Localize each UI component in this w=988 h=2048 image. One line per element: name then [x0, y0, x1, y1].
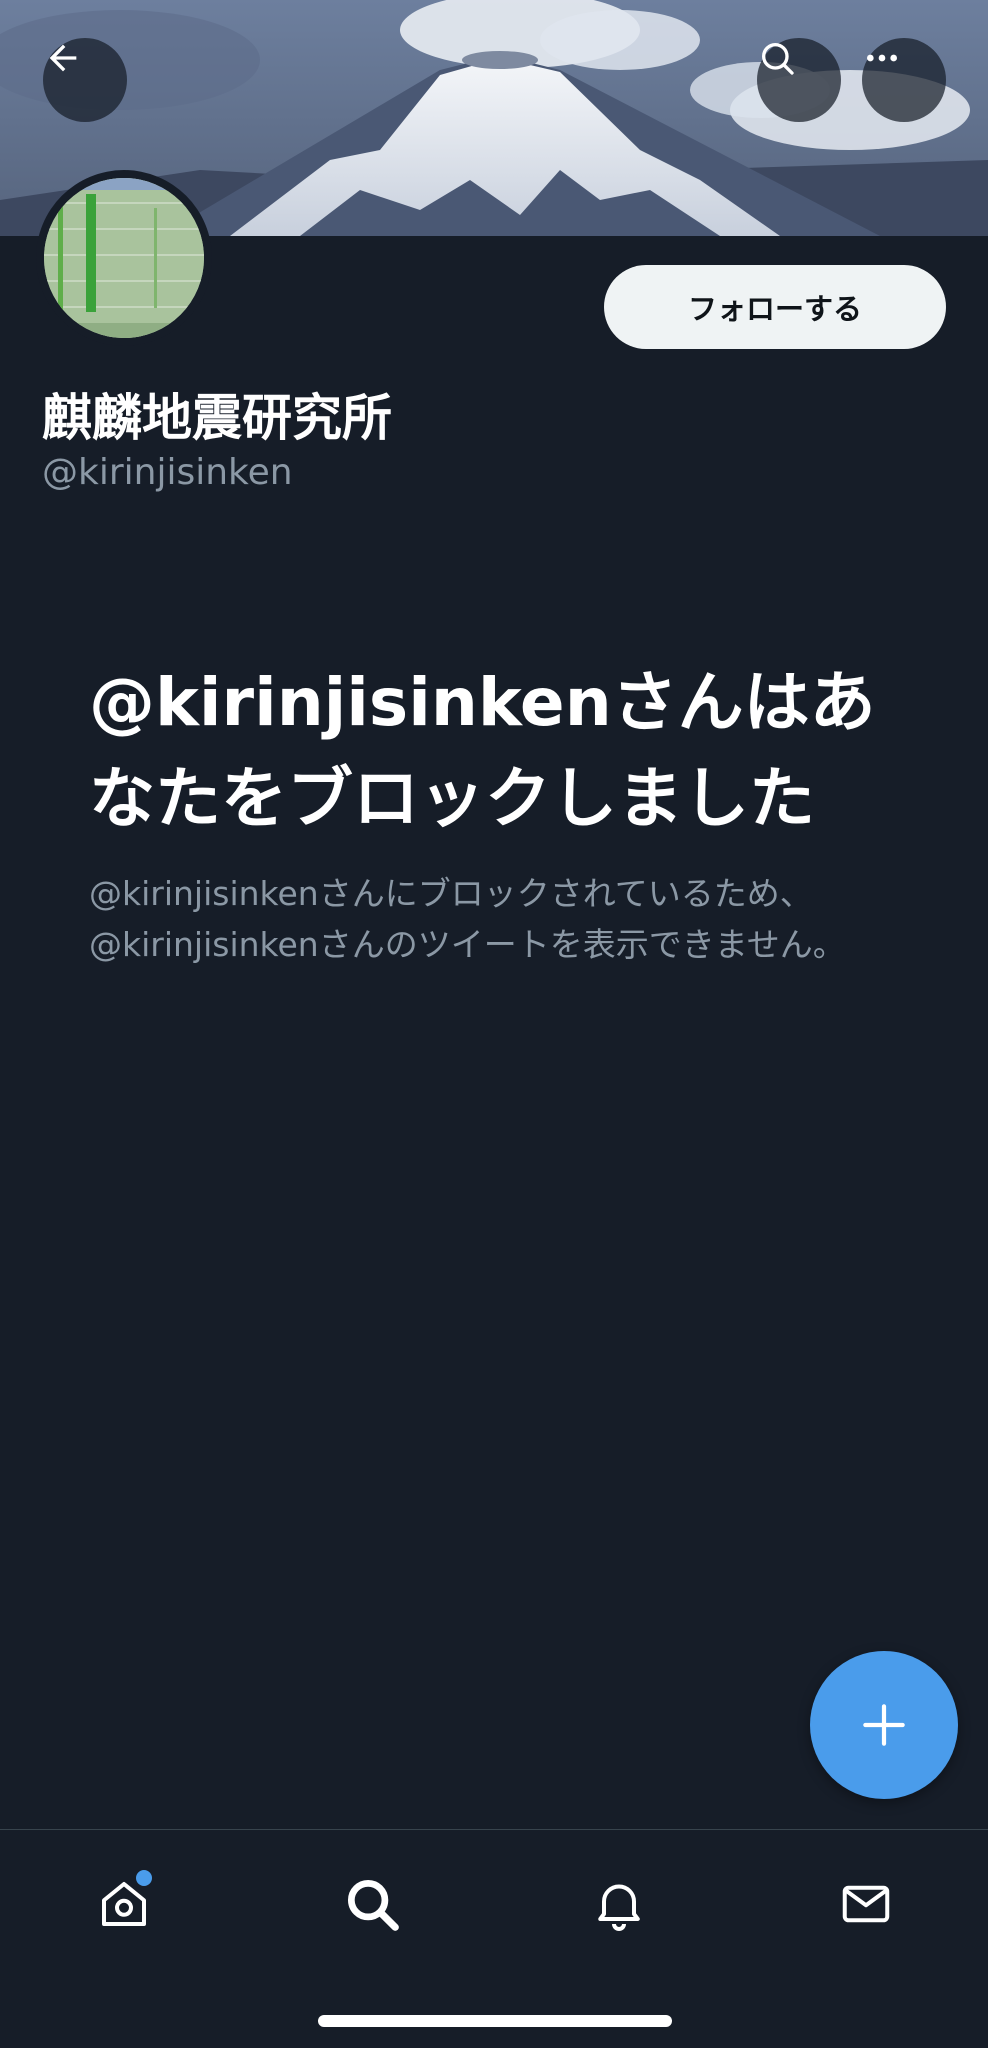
search-button[interactable]	[757, 38, 841, 122]
notification-dot	[136, 1870, 152, 1886]
blocked-description: @kirinjisinkenさんにブロックされているため、@kirinjisin…	[89, 874, 846, 964]
nav-messages[interactable]	[826, 1864, 906, 1944]
more-button[interactable]	[862, 38, 946, 122]
avatar[interactable]	[36, 170, 212, 346]
nav-notifications[interactable]	[579, 1864, 659, 1944]
nav-search[interactable]	[332, 1864, 412, 1944]
user-handle: @kirinjisinken	[42, 452, 293, 493]
search-icon	[762, 43, 794, 75]
arrow-left-icon	[49, 44, 77, 72]
more-horizontal-icon	[867, 54, 897, 62]
display-name: 麒麟地震研究所	[42, 389, 392, 447]
compose-tweet-button[interactable]	[810, 1651, 958, 1799]
plus-icon	[863, 1704, 905, 1746]
follow-button[interactable]: フォローする	[604, 265, 946, 349]
nav-home[interactable]	[84, 1864, 164, 1944]
blocked-title: @kirinjisinkenさんはあなたをブロックしました	[89, 664, 876, 837]
avatar-image	[44, 178, 204, 338]
profile-page: フォローする 麒麟地震研究所 @kirinjisinken @kirinjisi…	[0, 0, 988, 2048]
follow-button-label: フォローする	[687, 292, 862, 326]
mail-icon	[842, 1885, 890, 1923]
bell-icon	[598, 1884, 640, 1931]
back-button[interactable]	[43, 38, 127, 122]
search-icon	[347, 1879, 399, 1931]
home-indicator[interactable]	[318, 2015, 672, 2027]
